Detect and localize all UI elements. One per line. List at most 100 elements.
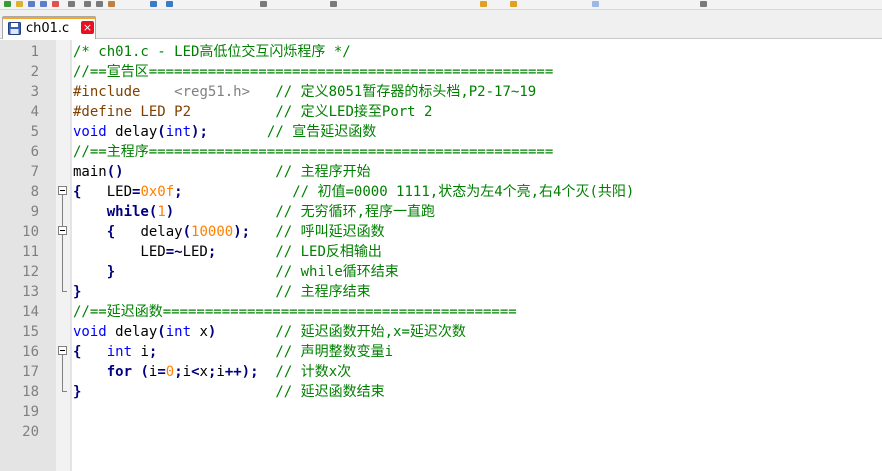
- toolbar-icon-undo[interactable]: [150, 1, 157, 7]
- code-token: delay: [106, 324, 158, 340]
- toolbar-icon-saveall[interactable]: [40, 1, 47, 7]
- code-token: ;: [174, 364, 183, 380]
- toolbar-icon-sync[interactable]: [480, 1, 487, 7]
- tab-ch01-c[interactable]: ch01.c ×: [2, 16, 96, 39]
- code-token: (: [157, 324, 166, 340]
- code-token: //==宣告区=================================…: [73, 64, 554, 80]
- code-token: delay: [115, 224, 183, 240]
- line-number: 3: [30, 84, 39, 100]
- line-number: 14: [22, 304, 39, 320]
- code-editor[interactable]: /* ch01.c - LED高低位交互闪烁程序 */ //==宣告区======…: [73, 40, 882, 471]
- code-line[interactable]: #include <reg51.h> // 定义8051暂存器的标头档,P2-1…: [73, 82, 536, 102]
- code-token: ): [165, 204, 175, 220]
- code-line[interactable]: //==主程序=================================…: [73, 142, 553, 162]
- code-line[interactable]: //==延迟函数================================…: [73, 302, 517, 322]
- code-token: x: [191, 324, 208, 340]
- code-token: #include: [73, 84, 175, 100]
- code-token: // LED反相输出: [275, 244, 382, 260]
- fold-box-icon[interactable]: [58, 186, 67, 195]
- code-line[interactable]: { delay(10000); // 呼叫延迟函数: [73, 222, 385, 242]
- fold-margin[interactable]: [56, 40, 70, 471]
- code-token: while: [106, 204, 149, 220]
- code-line[interactable]: void delay(int); // 宣告延迟函数: [73, 122, 376, 142]
- line-number: 16: [22, 344, 39, 360]
- fold-box-icon[interactable]: [58, 226, 67, 235]
- toolbar-icon-cut[interactable]: [84, 1, 91, 7]
- line-number: 1: [30, 44, 39, 60]
- toolbar-icon-print[interactable]: [68, 1, 75, 7]
- code-token: // 初值=0000 1111,状态为左4个亮,右4个灭(共阳): [292, 184, 635, 200]
- code-token: void: [73, 124, 107, 140]
- code-token: =~: [165, 244, 183, 260]
- save-icon: [8, 22, 21, 35]
- code-token: }: [106, 264, 116, 280]
- code-token: ;: [174, 184, 183, 200]
- code-line[interactable]: void delay(int x) // 延迟函数开始,x=延迟次数: [73, 322, 466, 342]
- toolbar-icon-macro[interactable]: [700, 1, 707, 7]
- code-line[interactable]: for (i=0;i<x;i++); // 计数x次: [73, 362, 351, 382]
- code-token: // 计数x次: [275, 364, 352, 380]
- code-token: for: [106, 364, 133, 380]
- code-token: // 声明整数变量i: [275, 344, 394, 360]
- toolbar-icon-zoom[interactable]: [330, 1, 337, 7]
- fold-line: [62, 195, 63, 291]
- toolbar: [0, 0, 882, 10]
- code-line[interactable]: { LED=0x0f; // 初值=0000 1111,状态为左4个亮,右4个灭…: [73, 182, 634, 202]
- toolbar-icon-find[interactable]: [260, 1, 267, 7]
- code-line[interactable]: { int i; // 声明整数变量i: [73, 342, 393, 362]
- code-line[interactable]: while(1) // 无穷循环,程序一直跑: [73, 202, 435, 222]
- close-icon[interactable]: ×: [81, 21, 94, 34]
- toolbar-icon-new[interactable]: [4, 1, 11, 7]
- code-line[interactable]: /* ch01.c - LED高低位交互闪烁程序 */: [73, 42, 351, 62]
- toolbar-icon-copy[interactable]: [96, 1, 103, 7]
- code-line[interactable]: //==宣告区=================================…: [73, 62, 553, 82]
- code-token: ++);: [224, 364, 259, 380]
- line-number: 15: [22, 324, 39, 340]
- toolbar-icon-open[interactable]: [16, 1, 23, 7]
- line-number: 12: [22, 264, 39, 280]
- code-token: // 定义8051暂存器的标头档,P2-17~19: [275, 84, 537, 100]
- toolbar-icon-paste[interactable]: [108, 1, 115, 7]
- toolbar-icon-redo[interactable]: [166, 1, 173, 7]
- toolbar-icon-indent[interactable]: [592, 1, 599, 7]
- fold-box-icon[interactable]: [58, 346, 67, 355]
- code-token: // 延迟函数结束: [275, 384, 385, 400]
- code-token: 0x0f: [140, 184, 175, 200]
- code-token: LED: [81, 184, 133, 200]
- line-number: 10: [22, 224, 39, 240]
- code-token: // while循环结束: [275, 264, 399, 280]
- tab-accent: [3, 17, 95, 19]
- toolbar-icon-save[interactable]: [28, 1, 35, 7]
- code-line[interactable]: } // 延迟函数结束: [73, 382, 385, 402]
- code-token: // 呼叫延迟函数: [275, 224, 385, 240]
- code-line[interactable]: } // while循环结束: [73, 262, 399, 282]
- code-line[interactable]: main() // 主程序开始: [73, 162, 371, 182]
- code-line[interactable]: LED=~LED; // LED反相输出: [73, 242, 382, 262]
- fold-end: [62, 391, 67, 392]
- toolbar-icon-wrap[interactable]: [510, 1, 517, 7]
- code-token: /* ch01.c - LED高低位交互闪烁程序 */: [73, 44, 351, 60]
- toolbar-icon-close[interactable]: [52, 1, 59, 7]
- code-line[interactable]: } // 主程序结束: [73, 282, 371, 302]
- code-line[interactable]: #define LED P2 // 定义LED接至Port 2: [73, 102, 432, 122]
- code-token: delay: [106, 124, 158, 140]
- line-number: 8: [30, 184, 39, 200]
- code-token: i: [132, 344, 149, 360]
- line-number: 18: [22, 384, 39, 400]
- code-token: // 无穷循环,程序一直跑: [275, 204, 436, 220]
- code-token: =: [157, 364, 166, 380]
- code-token: // 主程序开始: [275, 164, 371, 180]
